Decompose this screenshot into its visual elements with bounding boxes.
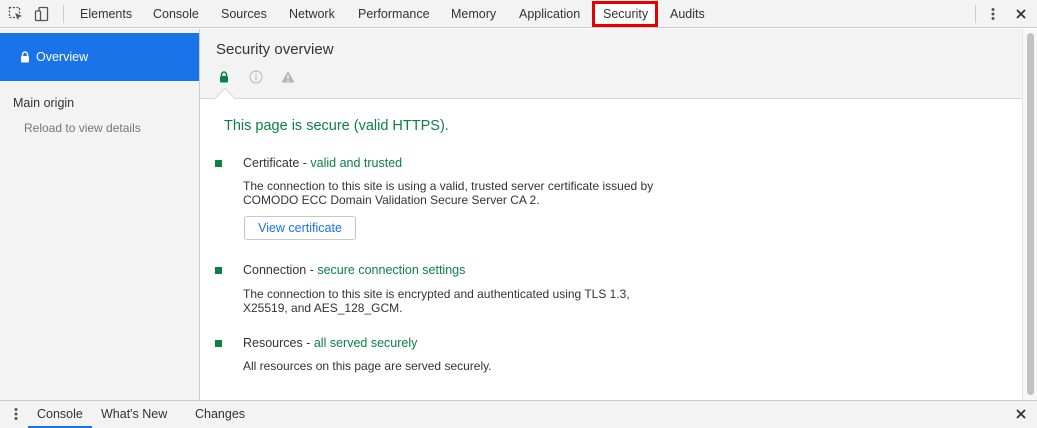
scrollbar[interactable]	[1022, 29, 1037, 400]
inspect-element-icon[interactable]	[7, 5, 25, 23]
warning-icon	[281, 70, 295, 84]
security-main-panel: Security overview This page is secure (v…	[200, 29, 1022, 400]
connection-description: The connection to this site is encrypted…	[243, 287, 630, 315]
tab-sources[interactable]: Sources	[221, 0, 267, 28]
sidebar-item-overview[interactable]: Overview	[0, 33, 199, 81]
resources-status: all served securely	[313, 336, 418, 350]
connection-status: secure connection settings	[317, 263, 466, 277]
lock-icon	[219, 71, 231, 83]
status-indicator	[215, 340, 222, 347]
security-sidebar: Overview Main origin Reload to view deta…	[0, 29, 200, 400]
status-indicator	[215, 267, 222, 274]
toolbar-separator	[975, 5, 976, 23]
main-origin-heading: Main origin	[13, 96, 75, 110]
tab-security[interactable]: Security	[603, 0, 648, 28]
certificate-description: The connection to this site is using a v…	[243, 179, 654, 207]
certificate-section-title: Certificate - valid and trusted	[243, 156, 403, 170]
drawer-tab-changes[interactable]: Changes	[195, 401, 245, 428]
overview-header: Security overview	[200, 29, 1022, 99]
devtools-toolbar: Elements Console Sources Network Perform…	[0, 0, 1037, 28]
drawer-tabbar: Console What's New Changes	[0, 400, 1037, 428]
scrollbar-thumb[interactable]	[1027, 33, 1034, 395]
drawer-menu-icon[interactable]	[7, 405, 25, 423]
tab-console[interactable]: Console	[153, 0, 199, 28]
tab-performance[interactable]: Performance	[358, 0, 430, 28]
resources-description: All resources on this page are served se…	[243, 359, 492, 373]
drawer-tab-whats-new[interactable]: What's New	[101, 401, 167, 428]
lock-icon	[20, 51, 30, 66]
tab-application[interactable]: Application	[519, 0, 580, 28]
tab-audits[interactable]: Audits	[670, 0, 705, 28]
drawer-tab-console[interactable]: Console	[37, 401, 83, 428]
tab-memory[interactable]: Memory	[451, 0, 496, 28]
more-vert-icon[interactable]	[984, 5, 1002, 23]
info-icon	[249, 70, 263, 84]
device-toolbar-icon[interactable]	[33, 5, 51, 23]
view-certificate-button[interactable]: View certificate	[244, 216, 356, 240]
resources-section-title: Resources - all served securely	[243, 336, 418, 350]
main-origin-hint: Reload to view details	[24, 121, 141, 135]
toolbar-separator	[63, 5, 64, 23]
close-icon[interactable]	[1012, 5, 1030, 23]
page-title: Security overview	[216, 41, 334, 58]
tab-network[interactable]: Network	[289, 0, 335, 28]
sidebar-item-label: Overview	[36, 50, 89, 64]
close-icon[interactable]	[1012, 405, 1030, 423]
security-summary-headline: This page is secure (valid HTTPS).	[224, 118, 449, 134]
connection-section-title: Connection - secure connection settings	[243, 263, 466, 277]
tab-elements[interactable]: Elements	[80, 0, 132, 28]
status-indicator	[215, 160, 222, 167]
certificate-status: valid and trusted	[310, 156, 403, 170]
